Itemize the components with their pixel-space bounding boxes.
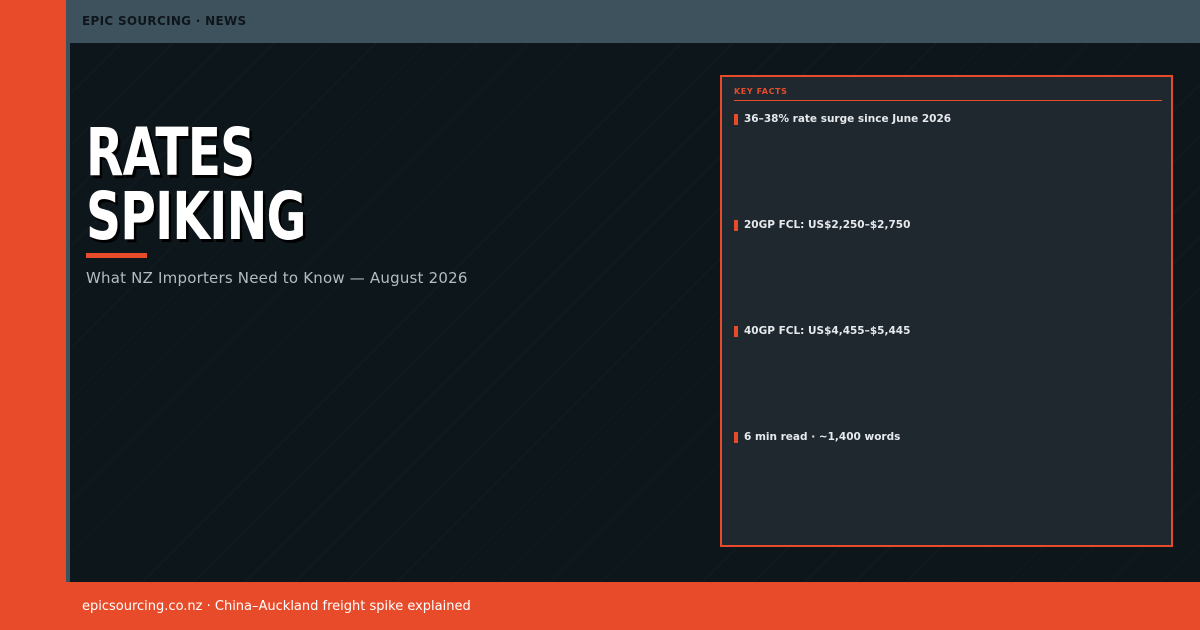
fact-text: 40GP FCL: US$4,455–$5,445 — [744, 325, 911, 337]
fact-marker — [734, 219, 738, 231]
fact-text: 20GP FCL: US$2,250–$2,750 — [744, 219, 911, 231]
fact-marker — [734, 431, 738, 443]
key-facts-panel: KEY FACTS 36–38% rate surge since June 2… — [720, 75, 1173, 547]
subtitle: What NZ Importers Need to Know — August … — [86, 269, 468, 287]
headline-line-2: SPIKING — [86, 178, 306, 255]
fact-item: 20GP FCL: US$2,250–$2,750 — [734, 219, 910, 231]
hero-panel: RATES SPIKING What NZ Importers Need to … — [70, 43, 1200, 582]
top-bar: EPIC SOURCING · NEWS — [70, 0, 1200, 43]
brand-label: EPIC SOURCING · NEWS — [82, 14, 247, 28]
headline-underline — [86, 253, 147, 258]
headline-line-1: RATES — [86, 114, 255, 191]
footer-link[interactable]: epicsourcing.co.nz · China–Auckland frei… — [82, 599, 471, 614]
fact-item: 6 min read · ~1,400 words — [734, 431, 900, 443]
left-accent-stripe — [0, 0, 66, 582]
headline: RATES SPIKING — [86, 114, 306, 255]
fact-marker — [734, 325, 738, 337]
fact-marker — [734, 113, 738, 125]
fact-text: 6 min read · ~1,400 words — [744, 431, 901, 443]
fact-text: 36–38% rate surge since June 2026 — [744, 113, 952, 125]
key-facts-title: KEY FACTS — [734, 87, 1162, 101]
footer-bar: epicsourcing.co.nz · China–Auckland frei… — [66, 582, 1200, 630]
fact-item: 36–38% rate surge since June 2026 — [734, 113, 951, 125]
fact-item: 40GP FCL: US$4,455–$5,445 — [734, 325, 910, 337]
